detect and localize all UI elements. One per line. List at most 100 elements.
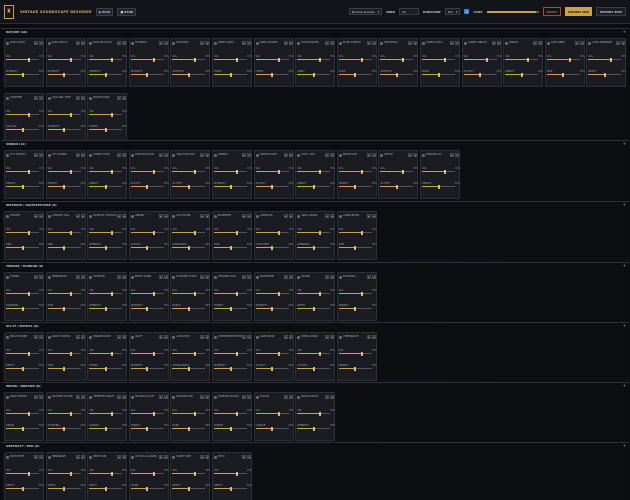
sound-slider[interactable]: INTENSITY 50%: [130, 364, 169, 372]
sound-slider[interactable]: CHANCE 50%: [255, 424, 294, 432]
slider-thumb[interactable]: [236, 169, 239, 174]
speaker-icon[interactable]: ◂: [39, 153, 43, 157]
sound-slider[interactable]: VOL 70%: [338, 349, 377, 357]
category-header[interactable]: INTERIOR / ARCHITECTURE (9) +: [1, 202, 629, 208]
speaker-icon[interactable]: ◂: [496, 41, 501, 45]
slider-thumb[interactable]: [111, 230, 114, 235]
category-header[interactable]: NATURE (16) +: [1, 29, 629, 35]
sound-slider[interactable]: DENSITY 50%: [297, 182, 335, 190]
duration-select[interactable]: 30s ▾: [444, 8, 461, 15]
sound-slider[interactable]: VOL 70%: [214, 167, 252, 175]
sound-slider[interactable]: VOL 70%: [172, 228, 210, 236]
speaker-icon[interactable]: ◂: [413, 153, 418, 157]
sound-slider[interactable]: VOL 70%: [380, 167, 418, 175]
speaker-icon[interactable]: ◂: [80, 214, 85, 218]
slider-thumb[interactable]: [229, 306, 232, 311]
plus-icon[interactable]: +: [623, 202, 626, 207]
sound-slider[interactable]: VOL 70%: [6, 349, 44, 357]
slider-thumb[interactable]: [271, 184, 274, 189]
slider-thumb[interactable]: [69, 411, 72, 416]
slider-thumb[interactable]: [69, 230, 72, 235]
sound-slider[interactable]: INTENSITY 50%: [172, 70, 210, 78]
slider-thumb[interactable]: [63, 245, 66, 250]
slider-thumb[interactable]: [69, 169, 72, 174]
sound-slider[interactable]: DEPTH 50%: [47, 484, 86, 492]
slider-thumb[interactable]: [152, 57, 155, 62]
speaker-icon[interactable]: ◂: [288, 335, 293, 339]
play-icon[interactable]: ▸: [366, 153, 371, 157]
sound-slider[interactable]: VOL 70%: [505, 55, 543, 63]
play-icon[interactable]: ▸: [283, 153, 288, 157]
sound-slider[interactable]: THREAT 50%: [214, 304, 252, 312]
slider-thumb[interactable]: [152, 411, 155, 416]
play-icon[interactable]: ▸: [34, 41, 38, 45]
sound-slider[interactable]: VOL 70%: [297, 349, 335, 357]
play-icon[interactable]: ▸: [450, 153, 454, 157]
sound-slider[interactable]: VOL 70%: [172, 409, 210, 417]
slider-thumb[interactable]: [187, 486, 190, 491]
slider-thumb[interactable]: [28, 411, 31, 416]
slider-thumb[interactable]: [236, 230, 239, 235]
reset-button[interactable]: RESET: [542, 7, 562, 16]
play-icon[interactable]: ▸: [408, 41, 413, 45]
sound-slider[interactable]: VOL 70%: [47, 55, 86, 63]
slider-thumb[interactable]: [312, 245, 315, 250]
speaker-icon[interactable]: ◂: [122, 395, 127, 399]
sound-slider[interactable]: INTENSITY 50%: [47, 70, 86, 78]
sound-slider[interactable]: DARKNESS 50%: [6, 304, 44, 312]
speaker-icon[interactable]: ◂: [163, 153, 168, 157]
play-icon[interactable]: ▸: [75, 41, 80, 45]
sound-slider[interactable]: VOL 70%: [6, 409, 44, 417]
play-button[interactable]: ▶ PLAY: [95, 7, 114, 16]
sound-slider[interactable]: INTENSITY 50%: [255, 304, 294, 312]
plus-icon[interactable]: +: [623, 383, 626, 388]
sound-slider[interactable]: VOL 70%: [130, 167, 169, 175]
sound-slider[interactable]: VOL 70%: [546, 55, 585, 63]
sound-slider[interactable]: VOL 70%: [89, 110, 127, 118]
slider-thumb[interactable]: [277, 57, 280, 62]
play-icon[interactable]: ▸: [200, 214, 205, 218]
speaker-icon[interactable]: ◂: [80, 153, 85, 157]
slider-thumb[interactable]: [444, 169, 447, 174]
sound-slider[interactable]: VOL 70%: [89, 228, 127, 236]
sound-slider[interactable]: VOL 70%: [89, 289, 127, 297]
slider-thumb[interactable]: [104, 184, 107, 189]
slider-thumb[interactable]: [28, 351, 31, 356]
sound-slider[interactable]: DEPTH 50%: [6, 484, 44, 492]
sound-slider[interactable]: DENSITY 50%: [89, 182, 127, 190]
sound-slider[interactable]: DREAD 50%: [6, 424, 44, 432]
sound-slider[interactable]: CHANCE 50%: [89, 424, 127, 432]
slider-thumb[interactable]: [152, 230, 155, 235]
slider-thumb[interactable]: [354, 306, 357, 311]
slider-thumb[interactable]: [28, 291, 31, 296]
slider-thumb[interactable]: [319, 351, 322, 356]
sound-slider[interactable]: DRIP 50%: [546, 70, 585, 78]
sound-slider[interactable]: INTENSITY 50%: [89, 304, 127, 312]
slider-thumb[interactable]: [312, 72, 315, 77]
slider-thumb[interactable]: [28, 112, 31, 117]
sound-slider[interactable]: VOL 70%: [255, 349, 294, 357]
speaker-icon[interactable]: ◂: [288, 41, 293, 45]
loop-checkbox[interactable]: ✓: [464, 9, 470, 14]
slider-thumb[interactable]: [562, 72, 565, 77]
sound-slider[interactable]: VOL 70%: [172, 55, 210, 63]
slider-thumb[interactable]: [146, 306, 149, 311]
slider-thumb[interactable]: [395, 184, 398, 189]
speaker-icon[interactable]: ◂: [122, 214, 127, 218]
sound-slider[interactable]: VOL 70%: [255, 55, 294, 63]
slider-thumb[interactable]: [271, 72, 274, 77]
slider-thumb[interactable]: [319, 230, 322, 235]
sound-slider[interactable]: VOL 70%: [6, 469, 44, 477]
sound-slider[interactable]: VOL 70%: [130, 469, 169, 477]
play-icon[interactable]: ▸: [200, 335, 205, 339]
sound-slider[interactable]: THREAT 50%: [130, 424, 169, 432]
sound-slider[interactable]: DENSITY 50%: [338, 182, 377, 190]
speaker-icon[interactable]: ◂: [39, 275, 43, 279]
speaker-icon[interactable]: ◂: [330, 395, 335, 399]
speaker-icon[interactable]: ◂: [330, 214, 335, 218]
sound-slider[interactable]: VOL 70%: [422, 167, 460, 175]
slider-thumb[interactable]: [63, 366, 66, 371]
sound-slider[interactable]: VOL 70%: [130, 228, 169, 236]
speaker-icon[interactable]: ◂: [163, 214, 168, 218]
sound-slider[interactable]: VOL 70%: [338, 289, 377, 297]
